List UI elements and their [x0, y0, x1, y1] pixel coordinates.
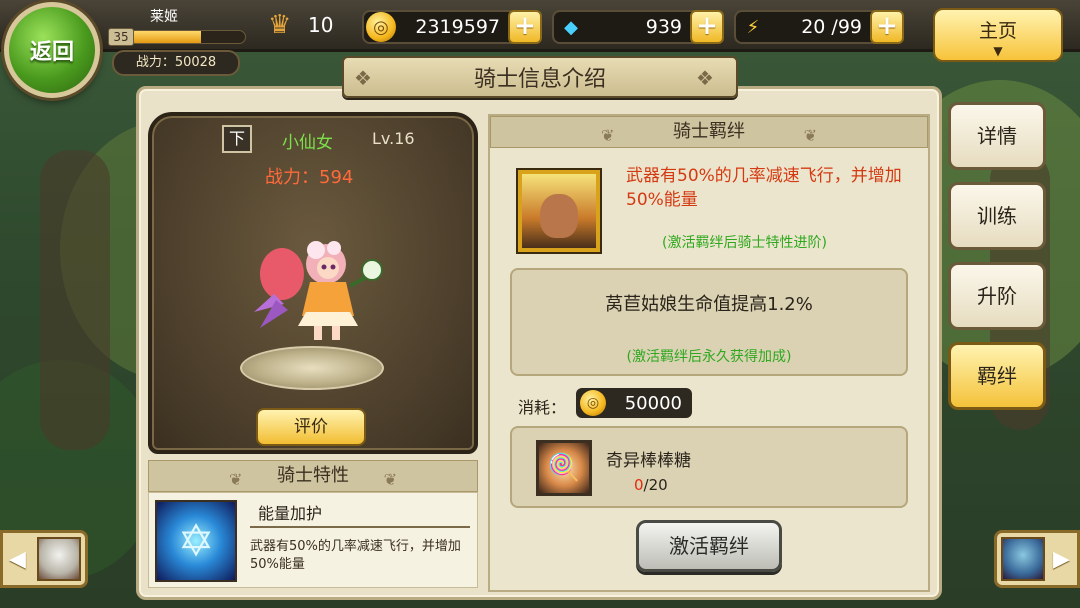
rank-value: 10: [308, 13, 334, 37]
item-have: 0: [634, 476, 644, 494]
lollipop-icon[interactable]: 🍭: [536, 440, 592, 496]
energy-counter: ⚡ 20 /99 +: [734, 10, 904, 44]
cost-label: 消耗：: [518, 398, 567, 417]
gold-counter: ◎ 2319597 +: [362, 10, 542, 44]
trait-description: 武器有50%的几率减速飞行，并增加50%能量: [250, 539, 461, 572]
hero-level: Lv.16: [372, 129, 415, 148]
home-button[interactable]: 主页 ▼: [933, 8, 1063, 62]
gem-counter: ◆ 939 +: [552, 10, 724, 44]
gold-coin-icon: ◎: [580, 390, 606, 416]
item-name: 奇异棒棒糖: [606, 451, 691, 471]
home-label: 主页: [978, 20, 1017, 42]
traits-header: ❦ 骑士特性 ❦: [148, 460, 478, 492]
bond-effect-note: (激活羁绊后骑士特性进阶): [662, 235, 827, 251]
tab-upgrade[interactable]: 升阶: [948, 262, 1046, 330]
player-power: 战力：50028: [112, 50, 240, 76]
exp-bar: [128, 30, 246, 44]
rate-button[interactable]: 评价: [256, 408, 366, 446]
item-need: /20: [643, 476, 668, 494]
page-title-text: 骑士信息介绍: [473, 67, 606, 92]
item-count: 0/20: [634, 476, 668, 494]
hero-pedestal: [240, 346, 384, 390]
hero-grade-badge: 下: [222, 125, 252, 153]
add-gems-button[interactable]: +: [690, 10, 724, 44]
rank-display: ♛ 10: [268, 10, 333, 40]
back-button[interactable]: 返回: [4, 2, 100, 98]
gem-value: 939: [645, 16, 682, 38]
tab-bonds[interactable]: 羁绊: [948, 342, 1046, 410]
bond-header-text: 骑士羁绊: [673, 121, 745, 142]
previous-hero-button[interactable]: ◀: [0, 530, 88, 588]
hero-sprite[interactable]: [254, 234, 384, 344]
ornament-icon: ❖: [354, 66, 372, 90]
chevron-left-icon: ◀: [9, 547, 26, 572]
bond-effect-text: 武器有50%的几率减速飞行，并增加50%能量: [626, 166, 902, 210]
add-energy-button[interactable]: +: [870, 10, 904, 44]
add-gold-button[interactable]: +: [508, 10, 542, 44]
rank-crest-icon: ♛: [268, 10, 292, 40]
ornament-icon: ❖: [696, 66, 714, 90]
hero-power: 战力：594: [265, 167, 354, 188]
bond-header: ❦ 骑士羁绊 ❦: [490, 116, 928, 148]
ornament-icon: ❦: [229, 470, 243, 489]
activate-bond-button[interactable]: 激活羁绊: [636, 520, 782, 572]
hexagram-energy-icon: ✡: [155, 500, 237, 582]
background-tree-trunk: [40, 150, 110, 450]
gold-value: 2319597: [415, 16, 500, 38]
page-title: ❖ 骑士信息介绍 ❖: [342, 56, 738, 98]
chevron-down-icon: ▼: [993, 44, 1003, 58]
player-level-badge: 35: [108, 28, 134, 46]
hero-name: 小仙女: [282, 133, 333, 153]
portrait-face: [540, 194, 578, 238]
tab-training[interactable]: 训练: [948, 182, 1046, 250]
bond-bonus-text: 莴苣姑娘生命值提高1.2%: [605, 294, 813, 315]
tab-details[interactable]: 详情: [948, 102, 1046, 170]
traits-header-text: 骑士特性: [277, 465, 349, 486]
ornament-icon: ❦: [601, 126, 615, 145]
lightning-icon: ⚡: [746, 16, 760, 38]
diamond-icon: ◆: [564, 16, 578, 38]
player-name: 莱姬: [150, 9, 178, 25]
trait-name: 能量加护: [258, 504, 323, 523]
bond-bonus-note: (激活羁绊后永久获得加成): [626, 349, 792, 365]
previous-hero-avatar: [37, 537, 81, 581]
bond-hero-portrait[interactable]: [518, 170, 600, 252]
next-hero-avatar: [1001, 537, 1045, 581]
energy-value: 20 /99: [801, 16, 862, 38]
next-hero-button[interactable]: ▶: [994, 530, 1080, 588]
ornament-icon: ❦: [383, 470, 397, 489]
divider: [250, 526, 470, 528]
exp-bar-fill: [129, 31, 201, 43]
ornament-icon: ❦: [803, 126, 817, 145]
gold-coin-icon: ◎: [366, 12, 396, 42]
chevron-right-icon: ▶: [1053, 547, 1070, 572]
